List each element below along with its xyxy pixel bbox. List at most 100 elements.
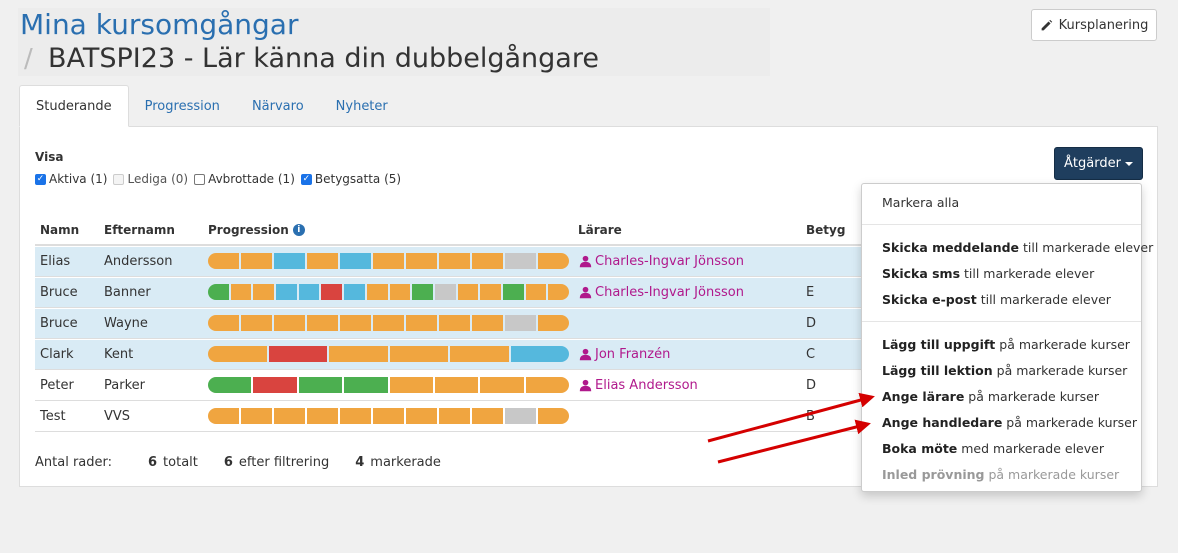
- progress-segment[interactable]: [208, 408, 239, 424]
- menu-item-set-teacher[interactable]: Ange lärare på markerade kurser: [882, 389, 1099, 404]
- progress-segment[interactable]: [389, 284, 411, 300]
- tab-progression[interactable]: Progression: [129, 85, 236, 127]
- progress-segment[interactable]: [389, 377, 433, 393]
- menu-item-send-message[interactable]: Skicka meddelande till markerade elever: [882, 240, 1153, 255]
- menu-item-send-email[interactable]: Skicka e-post till markerade elever: [882, 292, 1111, 307]
- table-row[interactable]: Clark Kent Jon Franzén C: [35, 340, 875, 370]
- header-larare[interactable]: Lärare: [578, 223, 622, 237]
- progress-bar[interactable]: [208, 346, 569, 362]
- progress-segment[interactable]: [412, 284, 433, 300]
- progress-segment[interactable]: [253, 377, 297, 393]
- table-row[interactable]: Bruce Wayne D: [35, 309, 875, 339]
- tab-nyheter[interactable]: Nyheter: [320, 85, 404, 127]
- teacher-link[interactable]: Jon Franzén: [579, 347, 670, 362]
- progress-segment[interactable]: [274, 315, 305, 331]
- filter-betygsatta[interactable]: ✓ Betygsatta (5): [300, 172, 401, 186]
- progress-segment[interactable]: [406, 315, 437, 331]
- progress-bar[interactable]: [208, 253, 569, 269]
- progress-segment[interactable]: [208, 284, 229, 300]
- progress-segment[interactable]: [230, 284, 252, 300]
- progress-segment[interactable]: [389, 346, 448, 362]
- progress-segment[interactable]: [450, 346, 509, 362]
- progress-segment[interactable]: [439, 315, 470, 331]
- progress-segment[interactable]: [439, 408, 470, 424]
- progress-bar[interactable]: [208, 408, 569, 424]
- progress-segment[interactable]: [538, 408, 569, 424]
- header-betyg[interactable]: Betyg: [806, 223, 845, 237]
- header-namn[interactable]: Namn: [40, 223, 79, 237]
- progress-segment[interactable]: [298, 284, 320, 300]
- progress-segment[interactable]: [505, 253, 536, 269]
- progress-segment[interactable]: [321, 284, 343, 300]
- progress-segment[interactable]: [510, 346, 569, 362]
- progress-segment[interactable]: [525, 377, 569, 393]
- progress-segment[interactable]: [276, 284, 297, 300]
- progress-segment[interactable]: [406, 253, 437, 269]
- progress-segment[interactable]: [268, 346, 327, 362]
- progress-segment[interactable]: [538, 253, 569, 269]
- kursplanering-button[interactable]: Kursplanering: [1031, 9, 1157, 41]
- teacher-link[interactable]: Charles-Ingvar Jönsson: [579, 285, 744, 300]
- tab-narvaro[interactable]: Närvaro: [236, 85, 320, 127]
- progress-segment[interactable]: [525, 284, 547, 300]
- progress-segment[interactable]: [340, 315, 371, 331]
- progress-segment[interactable]: [340, 408, 371, 424]
- teacher-link[interactable]: Charles-Ingvar Jönsson: [579, 254, 744, 269]
- checkbox-aktiva[interactable]: ✓: [35, 173, 46, 185]
- menu-item-send-sms[interactable]: Skicka sms till markerade elever: [882, 266, 1094, 281]
- progress-segment[interactable]: [472, 315, 503, 331]
- menu-item-add-lesson[interactable]: Lägg till lektion på markerade kurser: [882, 363, 1127, 378]
- progress-segment[interactable]: [434, 284, 456, 300]
- progress-segment[interactable]: [472, 253, 503, 269]
- menu-item-set-supervisor[interactable]: Ange handledare på markerade kurser: [882, 415, 1137, 430]
- menu-item-select-all[interactable]: Markera alla: [882, 195, 959, 210]
- progress-segment[interactable]: [457, 284, 479, 300]
- checkbox-betygsatta[interactable]: ✓: [300, 173, 312, 185]
- progress-bar[interactable]: [208, 284, 569, 300]
- progress-segment[interactable]: [366, 284, 388, 300]
- progress-segment[interactable]: [208, 346, 267, 362]
- progress-segment[interactable]: [253, 284, 275, 300]
- progress-segment[interactable]: [208, 377, 252, 393]
- filter-avbrottade[interactable]: Avbrottade (1): [194, 172, 295, 186]
- progress-segment[interactable]: [472, 408, 503, 424]
- progress-segment[interactable]: [340, 253, 371, 269]
- progress-segment[interactable]: [241, 315, 272, 331]
- header-progression[interactable]: Progression i: [208, 223, 305, 237]
- progress-segment[interactable]: [208, 253, 239, 269]
- progress-segment[interactable]: [505, 408, 536, 424]
- progress-segment[interactable]: [434, 377, 479, 393]
- progress-segment[interactable]: [373, 315, 404, 331]
- progress-segment[interactable]: [307, 408, 338, 424]
- breadcrumb-root[interactable]: Mina kursomgångar: [20, 8, 298, 42]
- progress-bar[interactable]: [208, 377, 569, 393]
- progress-segment[interactable]: [505, 315, 536, 331]
- progress-segment[interactable]: [241, 408, 272, 424]
- progress-segment[interactable]: [298, 377, 343, 393]
- progress-segment[interactable]: [344, 377, 388, 393]
- progress-segment[interactable]: [502, 284, 524, 300]
- table-row[interactable]: Peter Parker Elias Andersson D: [35, 371, 875, 401]
- progress-segment[interactable]: [480, 377, 524, 393]
- checkbox-avbrottade[interactable]: [194, 173, 206, 185]
- progress-segment[interactable]: [538, 315, 569, 331]
- table-row[interactable]: Bruce Banner Charles-Ingvar Jönsson E: [35, 278, 875, 308]
- progress-segment[interactable]: [480, 284, 501, 300]
- header-efternamn[interactable]: Efternamn: [104, 223, 175, 237]
- progress-segment[interactable]: [344, 284, 365, 300]
- progress-segment[interactable]: [307, 315, 338, 331]
- progress-segment[interactable]: [373, 408, 404, 424]
- teacher-link[interactable]: Elias Andersson: [579, 378, 698, 393]
- progress-segment[interactable]: [241, 253, 272, 269]
- progress-segment[interactable]: [208, 315, 239, 331]
- progress-segment[interactable]: [274, 408, 305, 424]
- progress-segment[interactable]: [274, 253, 305, 269]
- info-icon[interactable]: i: [292, 224, 305, 236]
- filter-aktiva[interactable]: ✓ Aktiva (1): [35, 172, 107, 186]
- filter-lediga[interactable]: Lediga (0): [113, 172, 188, 186]
- table-row[interactable]: Test VVS B: [35, 402, 875, 432]
- progress-bar[interactable]: [208, 315, 569, 331]
- actions-dropdown-button[interactable]: Åtgärder: [1054, 147, 1143, 180]
- progress-segment[interactable]: [439, 253, 470, 269]
- progress-segment[interactable]: [548, 284, 569, 300]
